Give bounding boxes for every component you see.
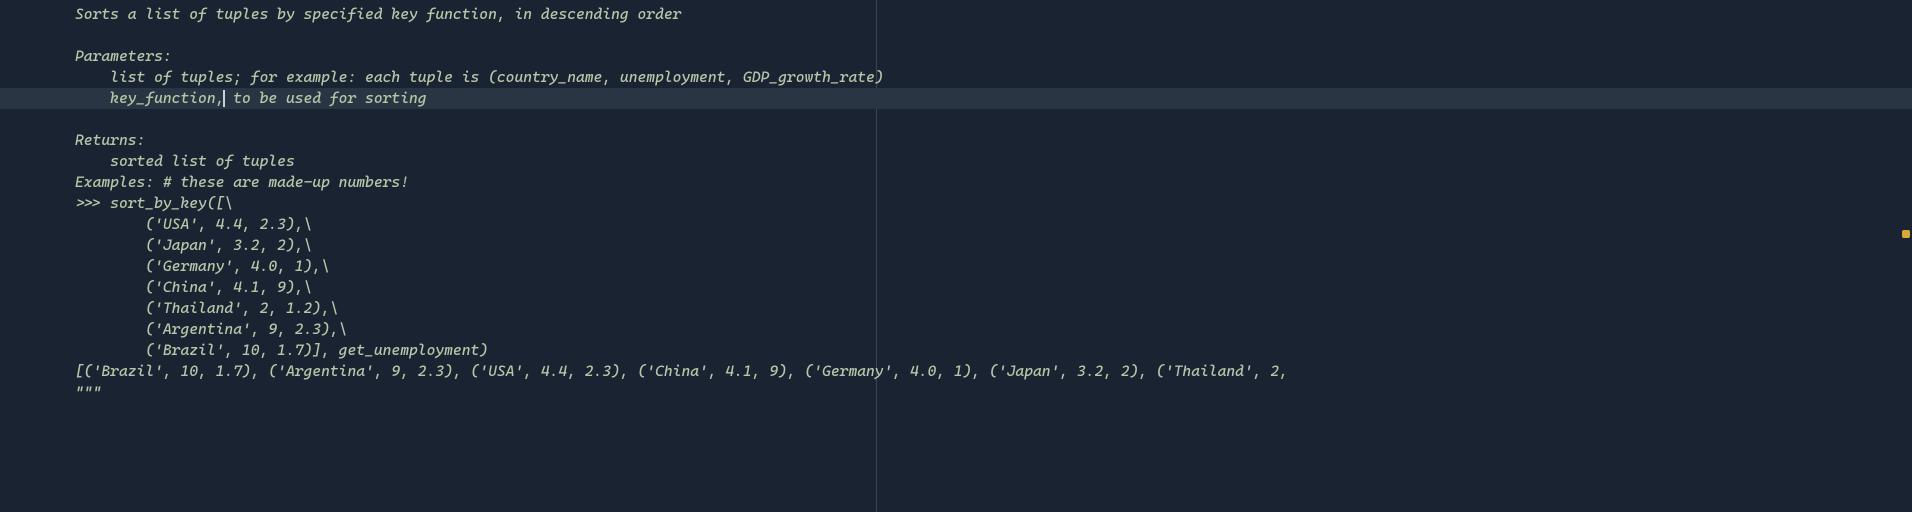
code-line[interactable]: ('Argentina', 9, 2.3),\: [0, 319, 1912, 340]
code-line-active[interactable]: key_function, to be used for sorting: [0, 88, 1912, 109]
code-line[interactable]: Parameters:: [0, 46, 1912, 67]
code-line[interactable]: Examples: # these are made-up numbers!: [0, 172, 1912, 193]
code-line[interactable]: ('USA', 4.4, 2.3),\: [0, 214, 1912, 235]
code-line[interactable]: sorted list of tuples: [0, 151, 1912, 172]
code-line[interactable]: """: [0, 382, 1912, 403]
code-line[interactable]: ('Japan', 3.2, 2),\: [0, 235, 1912, 256]
line-text-after-cursor: to be used for sorting: [224, 89, 426, 107]
code-line[interactable]: ('Thailand', 2, 1.2),\: [0, 298, 1912, 319]
line-text-before-cursor: key_function,: [75, 89, 224, 107]
code-line[interactable]: >>> sort_by_key([\: [0, 193, 1912, 214]
code-editor[interactable]: Sorts a list of tuples by specified key …: [0, 0, 1912, 512]
code-line[interactable]: [0, 25, 1912, 46]
code-line[interactable]: [('Brazil', 10, 1.7), ('Argentina', 9, 2…: [0, 361, 1912, 382]
code-line[interactable]: [0, 109, 1912, 130]
scroll-marker[interactable]: [1902, 230, 1910, 238]
code-line[interactable]: ('Germany', 4.0, 1),\: [0, 256, 1912, 277]
vertical-scrollbar[interactable]: [1898, 0, 1912, 512]
code-line[interactable]: ('Brazil', 10, 1.7)], get_unemployment): [0, 340, 1912, 361]
code-line[interactable]: list of tuples; for example: each tuple …: [0, 67, 1912, 88]
code-line[interactable]: Sorts a list of tuples by specified key …: [0, 4, 1912, 25]
code-line[interactable]: Returns:: [0, 130, 1912, 151]
code-line[interactable]: ('China', 4.1, 9),\: [0, 277, 1912, 298]
